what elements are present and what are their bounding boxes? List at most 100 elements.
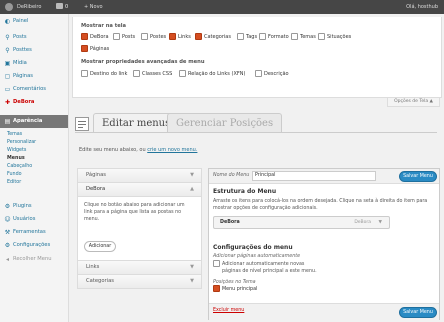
settings-icon: ⚙ (4, 242, 11, 249)
add-to-menu-button[interactable]: Adicionar (84, 241, 116, 252)
sidebar-item-ferramentas[interactable]: ⚒ Ferramentas (0, 227, 68, 238)
checkbox-description[interactable]: Descrição (255, 70, 289, 78)
submenu-fundo[interactable]: Fundo (7, 171, 22, 179)
comments-count: 0 (65, 4, 69, 10)
accordion-links[interactable]: Links ▼ (77, 260, 202, 275)
submenu-menus[interactable]: Menus (7, 155, 25, 163)
checkbox-box (255, 70, 262, 77)
sidebar-item-debora[interactable]: ✚ DeBora (0, 97, 68, 108)
checkbox-debora[interactable]: DeBora (81, 33, 109, 41)
menu-item[interactable]: DeBora DeBora ▼ (213, 216, 390, 229)
sidebar-item-posts[interactable]: ⚲ Posts (0, 32, 68, 43)
save-menu-button[interactable]: Salvar Menu (399, 171, 437, 182)
sidebar-collapse-menu[interactable]: ◂ Recolher Menu (0, 254, 68, 265)
menu-editor: Nome do Menu Principal Salvar Menu Estru… (208, 168, 440, 320)
accordion-debora: DeBora ▲ Clique no botão abaixo para adic… (77, 182, 202, 261)
submenu-editor[interactable]: Editor (7, 179, 21, 187)
menu-editor-header: Nome do Menu Principal Salvar Menu (209, 169, 439, 184)
create-new-menu-link[interactable]: crie um novo menu. (147, 147, 197, 153)
sidebar-item-paginas[interactable]: ▢ Páginas (0, 71, 68, 82)
appearance-icon: ▤ (4, 118, 11, 125)
checkbox-box (179, 70, 186, 77)
checkbox-link-xfn[interactable]: Relação do Links (XFN) (179, 70, 245, 78)
menu-settings-heading: Configurações do menu (213, 244, 293, 251)
checkbox-box (81, 70, 88, 77)
checkbox-posts[interactable]: Posts (113, 33, 135, 41)
menus-page-icon (75, 117, 89, 131)
checkbox-situacoes[interactable]: Situações (318, 33, 351, 41)
checkbox-primary-menu[interactable]: Menu principal (213, 285, 257, 293)
screen-options-toggle[interactable]: Opções de Tela ▲ (387, 98, 440, 107)
sidebar-item-midia[interactable]: ▣ Mídia (0, 58, 68, 69)
checkbox-box (195, 33, 202, 40)
chevron-down-icon: ▼ (190, 172, 194, 178)
checkbox-css-classes[interactable]: Classes CSS (133, 70, 172, 78)
sidebar-item-posttes[interactable]: ⚲ Posttes (0, 45, 68, 56)
menu-item-title: DeBora (220, 220, 240, 225)
menu-item-type: DeBora (354, 220, 371, 225)
submenu-personalizar[interactable]: Personalizar (7, 139, 36, 147)
auto-add-option-text: Adicionar automaticamente novas páginas … (222, 262, 317, 274)
new-content-link[interactable]: + Novo (84, 0, 103, 14)
panel-divider (78, 196, 201, 197)
admin-bar: DeRibeiro 0 + Novo Olá, hosthub (0, 0, 444, 14)
checkbox-tags[interactable]: Tags (237, 33, 257, 41)
sidebar-item-plugins[interactable]: ⚙ Plugins (0, 201, 68, 212)
sidebar-item-usuarios[interactable]: ☺ Usuários (0, 214, 68, 225)
user-greeting[interactable]: Olá, hosthub (406, 0, 438, 14)
checkbox-box (291, 33, 298, 40)
accordion-debora-header[interactable]: DeBora ▲ (78, 183, 201, 196)
save-menu-button-bottom[interactable]: Salvar Menu (399, 307, 437, 318)
sidebar-item-comentarios[interactable]: ▭ Comentários (0, 84, 68, 95)
tools-icon: ⚒ (4, 229, 11, 236)
checkbox-box (169, 33, 176, 40)
checkbox-link-target[interactable]: Destino do link (81, 70, 127, 78)
submenu-temas[interactable]: Temas (7, 131, 22, 139)
checkbox-formato[interactable]: Formato (259, 33, 289, 41)
checkbox-paginas[interactable]: Páginas (81, 45, 109, 53)
screen-options-panel: Mostrar na tela DeBora Posts Postes Link… (72, 17, 442, 98)
auto-add-label: Adicionar páginas automaticamente (213, 254, 301, 259)
dashboard-icon: ◐ (4, 18, 11, 25)
checkbox-box (237, 33, 244, 40)
show-on-screen-heading: Mostrar na tela (81, 23, 126, 29)
sidebar-item-aparencia[interactable]: ▤ Aparência (0, 115, 68, 128)
accordion-pages[interactable]: Páginas ▼ (77, 168, 202, 183)
chevron-down-icon: ▼ (190, 278, 194, 284)
accordion-categories[interactable]: Categorias ▼ (77, 274, 202, 289)
media-icon: ▣ (4, 60, 11, 67)
checkbox-links[interactable]: Links (169, 33, 191, 41)
checkbox-box (113, 33, 120, 40)
page-icon: ▢ (4, 73, 11, 80)
menu-item-expand-icon[interactable]: ▼ (379, 217, 382, 228)
pin-icon: ⚲ (5, 34, 10, 41)
menu-structure-help: Arraste os itens para colocá-los na orde… (213, 199, 428, 211)
sidebar-item-painel[interactable]: ◐ Painel (0, 16, 68, 27)
pin-icon: ⚲ (5, 47, 10, 54)
site-name-link[interactable]: DeRibeiro (17, 0, 41, 14)
checkbox-box (213, 260, 220, 267)
submenu-widgets[interactable]: Widgets (7, 147, 26, 155)
users-icon: ☺ (4, 216, 11, 223)
admin-sidebar: ◐ Painel ⚲ Posts ⚲ Posttes ▣ Mídia ▢ Páginas … (0, 14, 69, 322)
checkbox-box (133, 70, 140, 77)
delete-menu-link[interactable]: Excluir menu (213, 308, 244, 313)
wordpress-logo-icon[interactable] (5, 3, 13, 11)
chevron-down-icon: ▼ (190, 264, 194, 270)
submenu-cabecalho[interactable]: Cabeçalho (7, 163, 32, 171)
sidebar-item-configuracoes[interactable]: ⚙ Configurações (0, 240, 68, 251)
advanced-properties-heading: Mostrar propriedades avançadas de menu (81, 59, 205, 65)
tabs-divider (75, 132, 437, 133)
checkbox-temas[interactable]: Temas (291, 33, 316, 41)
menu-structure-heading: Estrutura do Menu (213, 188, 277, 195)
checkbox-postes[interactable]: Postes (141, 33, 166, 41)
checkbox-box (141, 33, 148, 40)
checkbox-auto-add-pages[interactable] (213, 260, 222, 268)
tab-manage-locations[interactable]: Gerenciar Posições (167, 113, 283, 133)
menu-name-input[interactable]: Principal (252, 171, 376, 181)
comments-icon[interactable] (56, 3, 63, 9)
checkbox-categorias[interactable]: Categorias (195, 33, 231, 41)
menu-editor-footer: Excluir menu Salvar Menu (209, 303, 439, 320)
checkbox-box (318, 33, 325, 40)
help-text: Edite seu menu abaixo, ou crie um novo m… (79, 147, 198, 153)
